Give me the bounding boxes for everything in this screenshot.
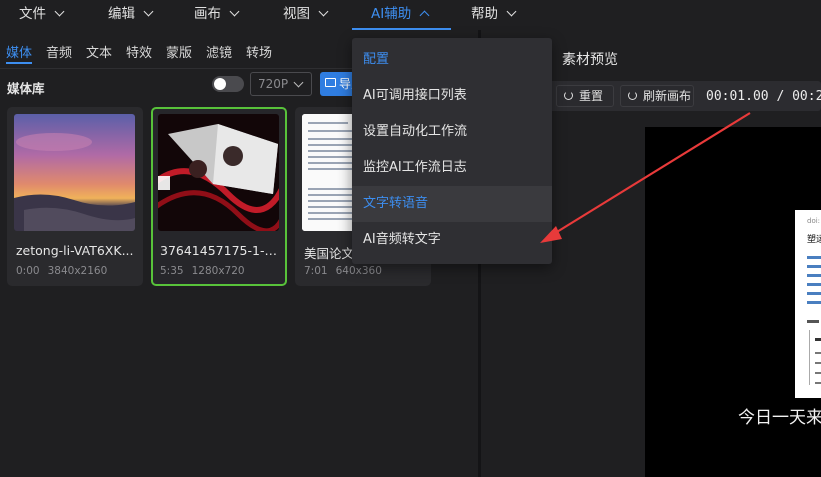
tab-effects[interactable]: 特效 <box>126 42 152 61</box>
chevron-up-icon <box>419 10 430 21</box>
resolution-select[interactable]: 720P <box>250 72 312 96</box>
reset-icon <box>564 91 573 100</box>
menu-help[interactable]: 帮助 <box>471 0 517 30</box>
chevron-down-icon <box>229 6 240 17</box>
media-thumbnail <box>158 114 279 231</box>
media-duration: 0:00 <box>16 265 40 277</box>
reset-button[interactable]: 重置 <box>556 85 614 107</box>
media-name: 37641457175-1-192... <box>160 243 280 258</box>
media-meta: 5:35 1280x720 <box>160 265 245 277</box>
chevron-down-icon <box>143 6 154 17</box>
media-card[interactable]: 37641457175-1-192... 5:35 1280x720 <box>151 107 287 286</box>
preview-title: 素材预览 <box>562 52 618 68</box>
toggle-knob <box>214 78 226 90</box>
refresh-label: 刷新画布 <box>643 89 692 103</box>
tab-filters[interactable]: 滤镜 <box>206 42 232 61</box>
media-library-title: 媒体库 <box>7 81 45 96</box>
media-size: 3840x2160 <box>47 265 108 277</box>
menu-help-label: 帮助 <box>471 6 498 22</box>
media-thumbnail <box>14 114 135 231</box>
reset-label: 重置 <box>579 89 604 103</box>
media-meta: 0:00 3840x2160 <box>16 265 107 277</box>
refresh-canvas-button[interactable]: 刷新画布 <box>620 85 694 107</box>
tab-text[interactable]: 文本 <box>86 42 112 61</box>
menu-item-automation-workflow[interactable]: 设置自动化工作流 <box>352 114 552 150</box>
menu-edit[interactable]: 编辑 <box>108 0 154 30</box>
ai-assist-dropdown: 配置 AI可调用接口列表 设置自动化工作流 监控AI工作流日志 文字转语音 AI… <box>352 38 552 264</box>
tab-mask[interactable]: 蒙版 <box>166 42 192 61</box>
media-size: 640x360 <box>335 265 382 277</box>
menu-edit-label: 编辑 <box>108 6 135 22</box>
media-meta: 7:01 640x360 <box>304 265 382 277</box>
media-name: zetong-li-VAT6XK... <box>16 243 134 258</box>
tab-media[interactable]: 媒体 <box>6 42 33 64</box>
document-frame: doi: 塑运 <box>795 210 821 398</box>
menu-ai-assist[interactable]: AI辅助 <box>352 0 451 30</box>
timecode: 00:01.00 / 00:2 <box>706 89 821 104</box>
menu-canvas-label: 画布 <box>194 6 221 22</box>
menu-item-workflow-log[interactable]: 监控AI工作流日志 <box>352 150 552 186</box>
media-duration: 7:01 <box>304 265 328 277</box>
chevron-down-icon <box>506 6 517 17</box>
menu-item-config[interactable]: 配置 <box>352 42 552 78</box>
menu-file[interactable]: 文件 <box>19 0 65 30</box>
resolution-value: 720P <box>258 77 289 91</box>
menu-file-label: 文件 <box>19 6 46 22</box>
preview-canvas[interactable]: doi: 塑运 今日一天来 <box>645 127 821 477</box>
subtitle-text: 今日一天来 <box>738 408 821 428</box>
menu-view-label: 视图 <box>283 6 310 22</box>
chevron-down-icon <box>54 6 65 17</box>
tab-transitions[interactable]: 转场 <box>246 42 272 61</box>
menu-ai-assist-label: AI辅助 <box>371 6 412 22</box>
library-toggle[interactable] <box>212 76 244 92</box>
menubar: 文件 编辑 画布 视图 AI辅助 帮助 <box>0 0 821 30</box>
menu-item-text-to-speech[interactable]: 文字转语音 <box>352 186 552 222</box>
chevron-down-icon <box>293 77 304 88</box>
media-duration: 5:35 <box>160 265 184 277</box>
folder-plus-icon <box>325 78 336 87</box>
document-title: 塑运 <box>807 235 821 245</box>
menu-canvas[interactable]: 画布 <box>194 0 240 30</box>
chevron-down-icon <box>318 6 329 17</box>
menu-item-ai-api-list[interactable]: AI可调用接口列表 <box>352 78 552 114</box>
refresh-icon <box>628 91 637 100</box>
menu-view[interactable]: 视图 <box>283 0 329 30</box>
tab-audio[interactable]: 音频 <box>46 42 72 61</box>
media-size: 1280x720 <box>191 265 245 277</box>
media-card[interactable]: zetong-li-VAT6XK... 0:00 3840x2160 <box>7 107 143 286</box>
menu-item-audio-to-text[interactable]: AI音频转文字 <box>352 222 552 258</box>
